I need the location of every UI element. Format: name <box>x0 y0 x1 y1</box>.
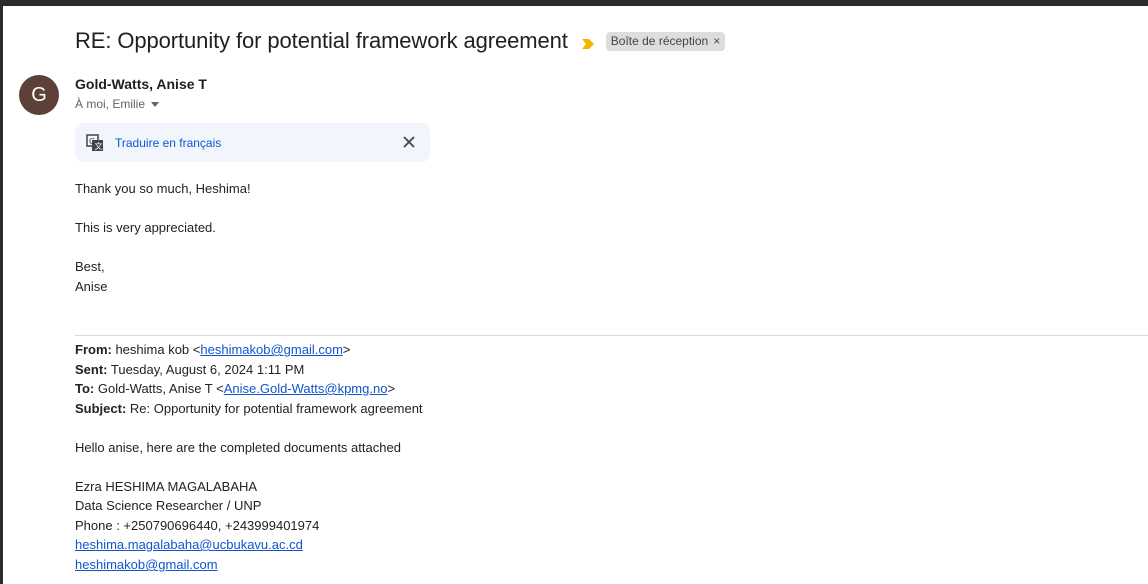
translate-icon: G 文 <box>86 133 104 152</box>
translate-link[interactable]: Traduire en français <box>115 136 221 150</box>
body-line: Anise <box>75 279 108 294</box>
importance-marker-icon[interactable] <box>581 36 594 49</box>
from-label: From: <box>75 342 112 357</box>
signature-title: Data Science Researcher / UNP <box>75 498 262 513</box>
recipients-text: À moi, Emilie <box>75 97 146 111</box>
body-line: Thank you so much, Heshima! <box>75 181 251 196</box>
signature-name: Ezra HESHIMA MAGALABAHA <box>75 479 258 494</box>
from-end: > <box>342 342 351 357</box>
inbox-label-chip: Boîte de réception × <box>605 31 726 51</box>
email-subject: RE: Opportunity for potential framework … <box>75 28 568 53</box>
to-name: Gold-Watts, Anise T < <box>94 381 224 396</box>
sent-value: Tuesday, August 6, 2024 1:11 PM <box>107 362 305 377</box>
window-top-border <box>0 0 1148 6</box>
quoted-greeting: Hello anise, here are the completed docu… <box>75 440 401 455</box>
subject-row: RE: Opportunity for potential framework … <box>75 26 726 56</box>
quoted-from: From: heshima kob <heshimakob@gmail.com> <box>75 342 351 357</box>
to-end: > <box>387 381 396 396</box>
avatar-letter: G <box>31 83 47 106</box>
body-line: This is very appreciated. <box>75 220 216 235</box>
window-left-border <box>0 0 3 584</box>
inbox-label-text: Boîte de réception <box>610 33 709 48</box>
chevron-down-icon <box>151 101 160 107</box>
quoted-subject: Subject: Re: Opportunity for potential f… <box>75 401 423 416</box>
signature-phone: Phone : +250790696440, +243999401974 <box>75 518 320 533</box>
to-email-link[interactable]: Anise.Gold-Watts@kpmg.no <box>224 381 388 396</box>
signature-email-link[interactable]: heshima.magalabaha@ucbukavu.ac.cd <box>75 537 303 552</box>
to-label: To: <box>75 381 95 396</box>
remove-label-icon[interactable]: × <box>713 34 720 48</box>
close-icon[interactable] <box>402 135 416 149</box>
translate-banner: G 文 Traduire en français <box>75 123 430 162</box>
signature-email-link[interactable]: heshimakob@gmail.com <box>75 557 218 572</box>
subject-label: Subject: <box>75 401 127 416</box>
sender-name[interactable]: Gold-Watts, Anise T <box>75 76 207 92</box>
recipients-dropdown[interactable]: À moi, Emilie <box>75 97 160 111</box>
svg-text:文: 文 <box>95 141 103 151</box>
quoted-to: To: Gold-Watts, Anise T <Anise.Gold-Watt… <box>75 381 395 396</box>
quoted-sent: Sent: Tuesday, August 6, 2024 1:11 PM <box>75 362 304 377</box>
subject-value: Re: Opportunity for potential framework … <box>126 401 423 416</box>
body-line: Best, <box>75 259 105 274</box>
from-email-link[interactable]: heshimakob@gmail.com <box>200 342 343 357</box>
quoted-divider <box>75 335 1148 336</box>
from-name: heshima kob < <box>111 342 201 357</box>
sent-label: Sent: <box>75 362 108 377</box>
sender-avatar[interactable]: G <box>19 75 59 115</box>
